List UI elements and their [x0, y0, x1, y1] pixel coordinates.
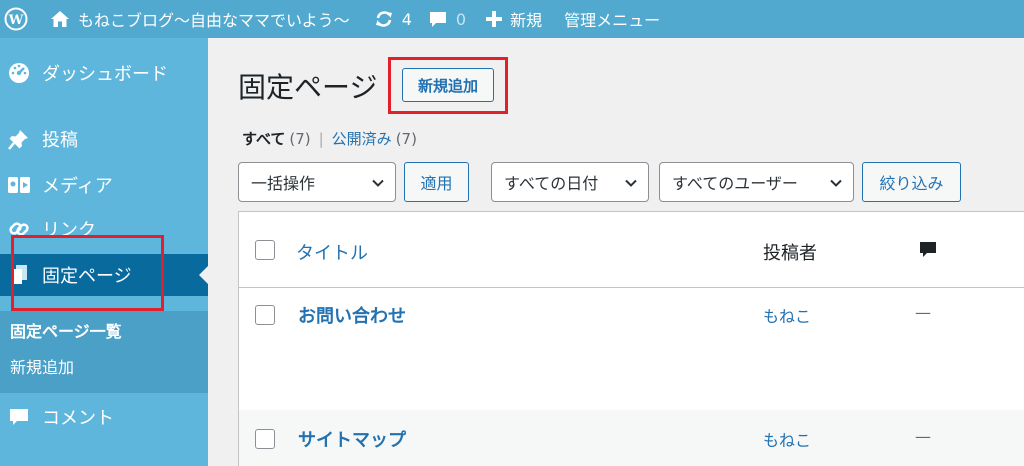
sidebar-item-label: メディア: [42, 176, 113, 197]
user-filter-value: すべてのユーザー: [672, 174, 798, 193]
page-title-link[interactable]: お問い合わせ: [298, 302, 406, 328]
dashboard-icon: [6, 62, 32, 84]
filter-all-count: (7): [289, 129, 311, 148]
wordpress-logo-icon[interactable]: W: [0, 0, 38, 38]
updates-count: 4: [401, 9, 412, 29]
updates-link[interactable]: 4: [374, 0, 412, 38]
table-row: お問い合わせ もねこ —: [239, 289, 1024, 410]
comment-count: —: [915, 427, 931, 446]
new-content-link[interactable]: 新規: [486, 0, 542, 38]
media-icon: [6, 174, 32, 196]
plus-icon: [486, 11, 503, 27]
site-title: もねこブログ〜自由なママでいよう〜: [78, 11, 350, 30]
row-checkbox[interactable]: [255, 305, 275, 325]
user-filter-select[interactable]: すべてのユーザー: [659, 162, 854, 202]
bulk-action-value: 一括操作: [251, 174, 316, 193]
comment-bubble-icon: [428, 9, 448, 29]
manage-menu-link[interactable]: 管理メニュー: [564, 0, 660, 38]
page-title-link[interactable]: サイトマップ: [298, 426, 406, 452]
sidebar-item-label: ダッシュボード: [42, 64, 168, 85]
sidebar-item-posts[interactable]: 投稿: [0, 126, 208, 152]
pages-submenu: 固定ページ一覧 新規追加: [0, 311, 208, 393]
filter-published-count: (7): [395, 129, 417, 148]
sidebar-item-label: コメント: [42, 408, 114, 429]
bulk-action-select[interactable]: 一括操作: [238, 162, 396, 202]
row-checkbox[interactable]: [255, 429, 275, 449]
author-link[interactable]: もねこ: [763, 303, 811, 327]
chevron-down-icon: [624, 175, 638, 194]
sidebar-item-label: 投稿: [42, 130, 78, 151]
admin-bar: W もねこブログ〜自由なママでいよう〜 4 0 新規 管理メニュー: [0, 0, 1024, 38]
comment-icon: [6, 406, 32, 428]
page-title: 固定ページ: [238, 71, 378, 104]
new-label: 新規: [510, 11, 543, 30]
submenu-add-new[interactable]: 新規追加: [10, 354, 74, 378]
sidebar-highlight-box: [11, 235, 164, 311]
comment-count: —: [915, 303, 931, 322]
date-filter-select[interactable]: すべての日付: [491, 162, 649, 202]
date-filter-value: すべての日付: [504, 174, 599, 193]
column-author-header: 投稿者: [763, 243, 817, 264]
comments-link[interactable]: 0: [428, 0, 466, 38]
apply-button[interactable]: 適用: [404, 162, 469, 202]
site-name-link[interactable]: もねこブログ〜自由なママでいよう〜: [50, 0, 350, 38]
status-filter-links: すべて (7) | 公開済み (7): [242, 128, 417, 149]
pin-icon: [6, 128, 32, 150]
table-header: タイトル 投稿者: [239, 212, 1024, 288]
column-title-header[interactable]: タイトル: [296, 239, 368, 265]
filter-button[interactable]: 絞り込み: [862, 162, 961, 202]
sidebar-item-comments[interactable]: コメント: [0, 404, 208, 430]
table-row: サイトマップ もねこ —: [239, 410, 1024, 466]
submenu-all-pages[interactable]: 固定ページ一覧: [10, 318, 122, 342]
filter-separator: |: [318, 129, 324, 148]
filter-published-link[interactable]: 公開済み: [332, 128, 392, 149]
svg-text:W: W: [8, 13, 24, 28]
chevron-down-icon: [371, 175, 385, 194]
select-all-checkbox[interactable]: [255, 240, 275, 260]
home-icon: [50, 10, 70, 28]
main-content: 固定ページ 新規追加 すべて (7) | 公開済み (7) 一括操作 適用 すべ…: [208, 38, 1024, 466]
sidebar-item-media[interactable]: メディア: [0, 172, 208, 198]
comment-column-icon: [918, 240, 938, 264]
admin-sidebar: ダッシュボード 投稿 メディア リンク 固定ページ 固定ページ一覧 新規追加 コ…: [0, 38, 208, 466]
add-button-highlight-box: [388, 57, 508, 114]
comments-count: 0: [455, 9, 467, 29]
sidebar-item-dashboard[interactable]: ダッシュボード: [0, 60, 208, 86]
updates-icon: [374, 9, 394, 29]
filter-all-link[interactable]: すべて: [242, 128, 285, 149]
pages-table: タイトル 投稿者 お問い合わせ もねこ — サイトマップ もねこ —: [238, 211, 1024, 466]
chevron-down-icon: [829, 175, 843, 194]
author-link[interactable]: もねこ: [763, 427, 811, 451]
